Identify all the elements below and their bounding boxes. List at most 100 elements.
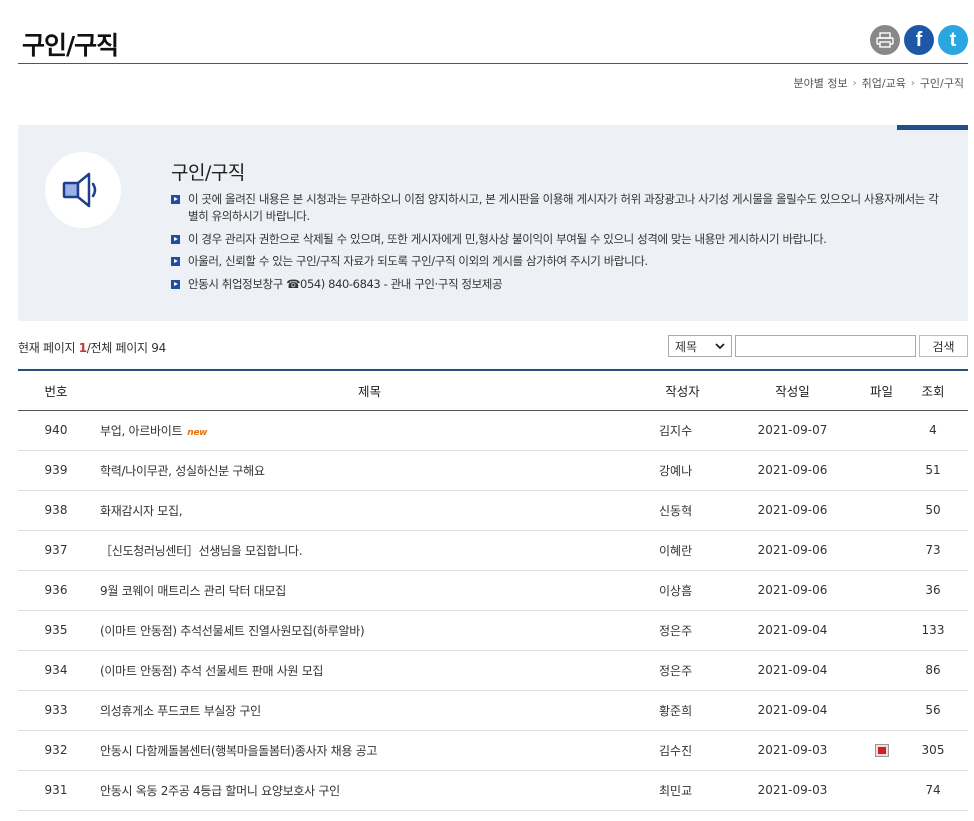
post-author: 최민교 [645, 770, 720, 811]
post-date: 2021-09-04 [720, 690, 865, 731]
table-row[interactable]: 932 안동시 다함께돌봄센터(행복마을돌봄터)종사자 채용 공고 김수진 2021-… [18, 730, 968, 771]
table-row[interactable]: 936 9월 코웨이 매트리스 관리 닥터 대모집 이상흠 2021-09-06 36 [18, 570, 968, 611]
post-file-cell [865, 410, 898, 451]
notice-item: 아울러, 신뢰할 수 있는 구인/구직 자료가 되도록 구인/구직 이외의 게시… [171, 253, 941, 270]
notice-box: 구인/구직 이 곳에 올려진 내용은 본 시청과는 무관하오니 이점 양지하시고… [18, 125, 968, 321]
post-number: 932 [18, 730, 94, 771]
post-title-link[interactable]: 학력/나이무관, 성실하신분 구해요 [94, 450, 645, 491]
breadcrumb-item[interactable]: 구인/구직 [920, 75, 964, 91]
print-icon[interactable] [870, 25, 900, 55]
post-views: 74 [898, 770, 968, 811]
post-views: 36 [898, 570, 968, 611]
post-title-link[interactable]: 의성휴게소 푸드코트 부실장 구인 [94, 690, 645, 731]
table-row[interactable]: 937 ［신도청러닝센터］선생님을 모집합니다. 이혜란 2021-09-06 73 [18, 530, 968, 571]
page-title: 구인/구직 [22, 31, 119, 60]
post-date: 2021-09-03 [720, 730, 865, 771]
post-title-link[interactable]: 9월 코웨이 매트리스 관리 닥터 대모집 [94, 570, 645, 611]
search-input[interactable] [735, 335, 916, 357]
search-field-select[interactable]: 제목 [668, 335, 732, 357]
post-file-cell [865, 570, 898, 611]
post-title-link[interactable]: ［신도청러닝센터］선생님을 모집합니다. [94, 530, 645, 571]
bullet-icon [171, 195, 180, 204]
title-divider [18, 63, 968, 64]
table-row[interactable]: 931 안동시 옥동 2주공 4등급 할머니 요양보호사 구인 최민교 2021-09… [18, 770, 968, 811]
post-views: 305 [898, 730, 968, 771]
post-file-cell [865, 490, 898, 531]
post-number: 934 [18, 650, 94, 691]
breadcrumb-item[interactable]: 분야별 정보 [794, 75, 848, 91]
search-button[interactable]: 검색 [919, 335, 968, 357]
col-header-title: 제목 [357, 383, 381, 399]
speaker-icon [45, 152, 121, 228]
table-row[interactable]: 934 (이마트 안동점) 추석 선물세트 판매 사원 모집 정은주 2021-09-… [18, 650, 968, 691]
notice-title: 구인/구직 [171, 162, 245, 184]
twitter-icon[interactable]: t [938, 25, 968, 55]
col-header-no: 번호 [44, 383, 68, 399]
table-row[interactable]: 938 화재감시자 모집, 신동혁 2021-09-06 50 [18, 490, 968, 531]
job-board-table: 번호 제목 작성자 작성일 파일 조회 940 부업, 아르바이트 new 김지수 20… [18, 369, 968, 811]
new-badge: new [187, 427, 208, 438]
post-title-link[interactable]: 안동시 다함께돌봄센터(행복마을돌봄터)종사자 채용 공고 [94, 730, 645, 771]
breadcrumb-item[interactable]: 취업/교육 [862, 75, 906, 91]
post-file-cell [865, 450, 898, 491]
table-row[interactable]: 935 (이마트 안동점) 추석선물세트 진열사원모집(하루알바) 정은주 2021-… [18, 610, 968, 651]
post-date: 2021-09-06 [720, 450, 865, 491]
search-bar: 제목 검색 [668, 335, 968, 357]
post-title-link[interactable]: (이마트 안동점) 추석 선물세트 판매 사원 모집 [94, 650, 645, 691]
post-date: 2021-09-06 [720, 570, 865, 611]
col-header-file: 파일 [869, 383, 893, 399]
post-file-cell [865, 650, 898, 691]
notice-list: 이 곳에 올려진 내용은 본 시청과는 무관하오니 이점 양지하시고, 본 게시… [171, 191, 941, 298]
post-views: 73 [898, 530, 968, 571]
table-header: 번호 제목 작성자 작성일 파일 조회 [18, 370, 968, 410]
post-author: 김수진 [645, 730, 720, 771]
bullet-icon [171, 234, 180, 244]
post-number: 935 [18, 610, 94, 651]
post-date: 2021-09-06 [720, 490, 865, 531]
post-views: 50 [898, 490, 968, 531]
post-author: 정은주 [645, 610, 720, 651]
table-row[interactable]: 939 학력/나이무관, 성실하신분 구해요 강예나 2021-09-06 51 [18, 450, 968, 491]
col-header-date: 작성일 [775, 383, 810, 399]
post-views: 133 [898, 610, 968, 651]
post-date: 2021-09-04 [720, 650, 865, 691]
post-file-cell [865, 610, 898, 651]
table-row[interactable]: 933 의성휴게소 푸드코트 부실장 구인 황준희 2021-09-04 56 [18, 690, 968, 731]
table-row[interactable]: 940 부업, 아르바이트 new 김지수 2021-09-07 4 [18, 410, 968, 451]
post-number: 938 [18, 490, 94, 531]
post-date: 2021-09-07 [720, 410, 865, 451]
post-views: 51 [898, 450, 968, 491]
post-file-cell [865, 770, 898, 811]
post-author: 황준희 [645, 690, 720, 731]
attachment-icon[interactable] [874, 744, 889, 757]
total-pages: 94 [151, 341, 166, 355]
post-number: 936 [18, 570, 94, 611]
post-author: 정은주 [645, 650, 720, 691]
post-title-link[interactable]: 화재감시자 모집, [94, 490, 645, 531]
post-views: 86 [898, 650, 968, 691]
page-info: 현재 페이지 1/전체 페이지 94 [18, 341, 166, 355]
post-file-cell [865, 530, 898, 571]
bullet-icon [171, 257, 180, 266]
post-views: 4 [898, 410, 968, 451]
current-page: 1 [78, 341, 87, 355]
post-date: 2021-09-03 [720, 770, 865, 811]
col-header-views: 조회 [921, 383, 945, 399]
post-author: 강예나 [645, 450, 720, 491]
post-number: 939 [18, 450, 94, 491]
col-header-author: 작성자 [665, 383, 700, 399]
breadcrumb: 분야별 정보 › 취업/교육 › 구인/구직 [794, 75, 964, 91]
post-title-link[interactable]: 안동시 옥동 2주공 4등급 할머니 요양보호사 구인 [94, 770, 645, 811]
post-views: 56 [898, 690, 968, 731]
facebook-icon[interactable]: f [904, 25, 934, 55]
post-file-cell [865, 690, 898, 731]
notice-item: 이 경우 관리자 권한으로 삭제될 수 있으며, 또한 게시자에게 민,형사상 … [171, 231, 941, 248]
post-title-link[interactable]: (이마트 안동점) 추석선물세트 진열사원모집(하루알바) [94, 610, 645, 651]
post-number: 937 [18, 530, 94, 571]
chevron-down-icon [715, 339, 725, 353]
post-number: 933 [18, 690, 94, 731]
post-title-link[interactable]: 부업, 아르바이트 new [94, 410, 645, 451]
notice-item: 안동시 취업정보창구 ☎054) 840-6843 - 관내 구인·구직 정보제… [171, 276, 941, 293]
notice-item: 이 곳에 올려진 내용은 본 시청과는 무관하오니 이점 양지하시고, 본 게시… [171, 191, 941, 225]
post-author: 신동혁 [645, 490, 720, 531]
